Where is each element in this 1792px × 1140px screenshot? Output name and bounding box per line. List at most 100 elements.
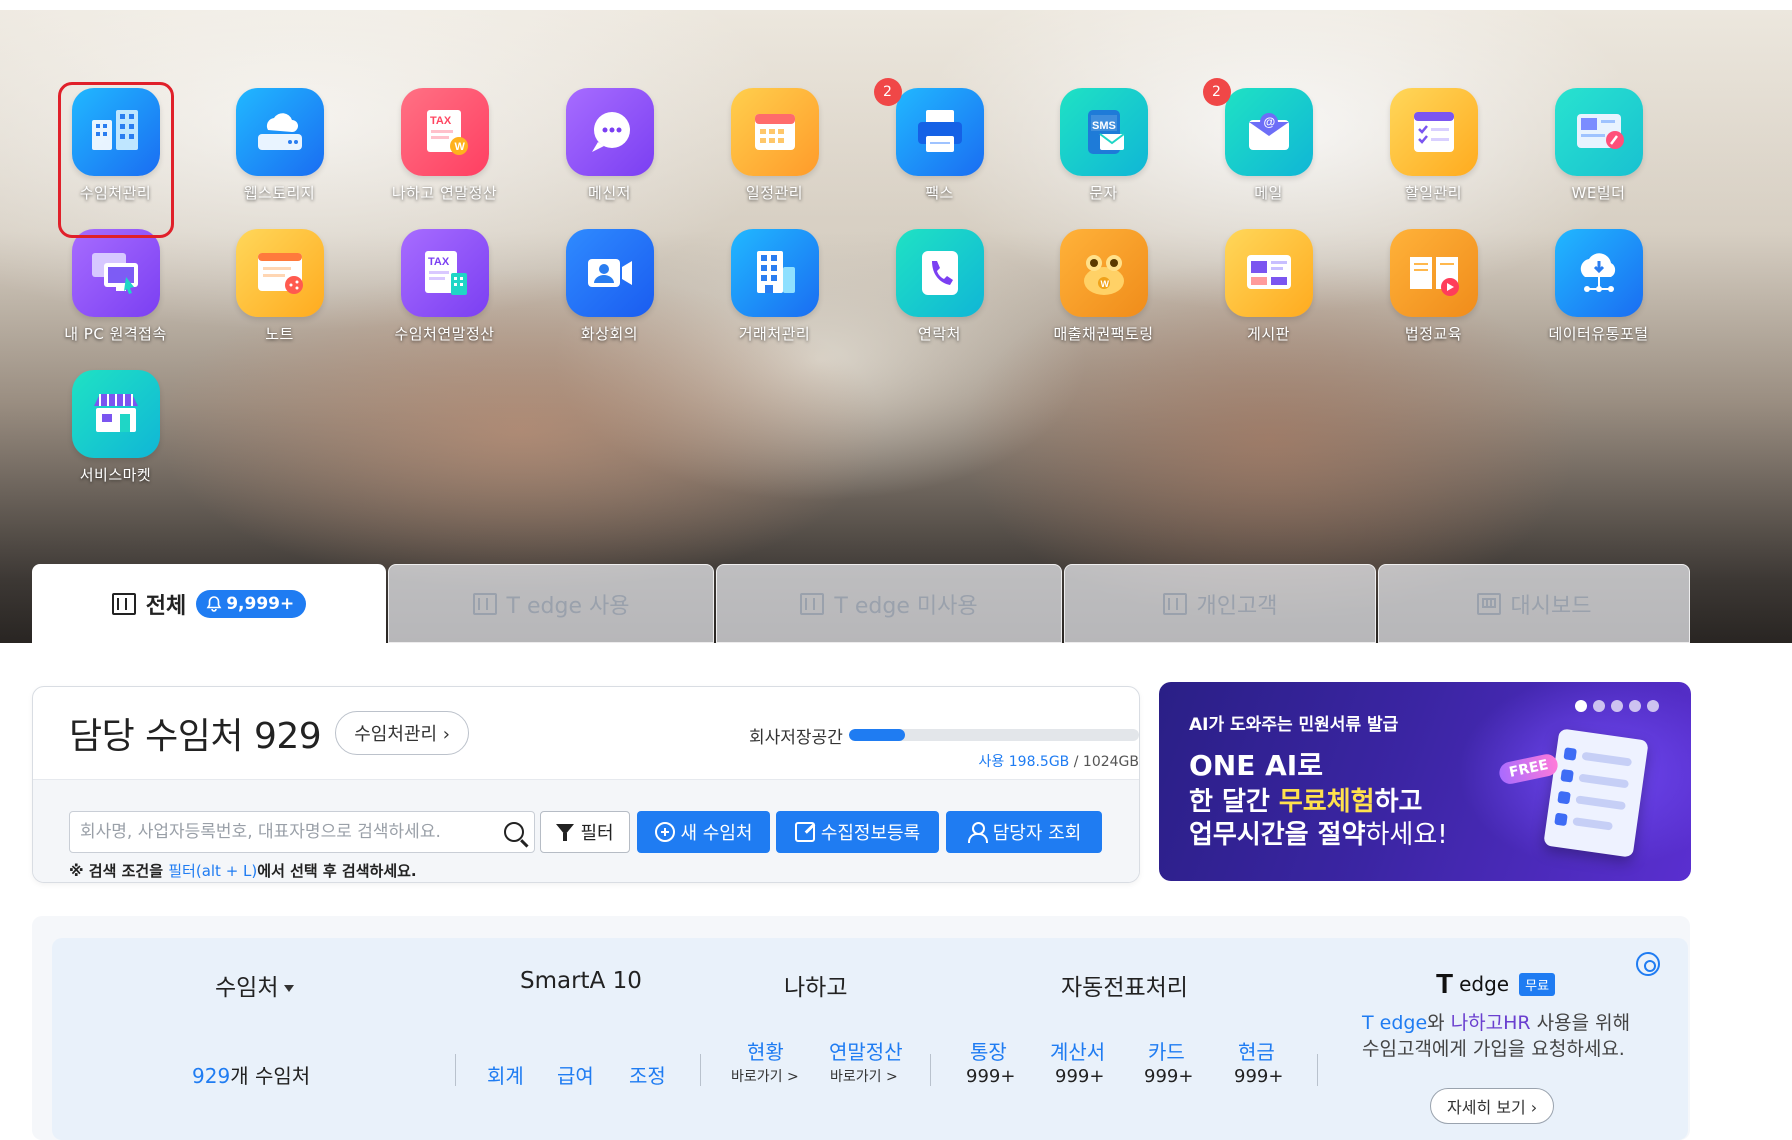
app-note[interactable]: 노트 — [197, 229, 362, 359]
dashboard-icon — [1476, 592, 1501, 615]
frog-icon: W — [1059, 229, 1148, 317]
app-service-market[interactable]: 서비스마켓 — [33, 370, 198, 500]
app-label: 게시판 — [1247, 325, 1290, 343]
app-remote-pc[interactable]: 내 PC 원격접속 — [33, 229, 198, 359]
svg-text:TAX: TAX — [428, 256, 450, 268]
app-partner-management[interactable]: 거래처관리 — [692, 229, 857, 359]
tab-tedge-using[interactable]: T edge 사용 — [388, 564, 714, 643]
app-client-year-end-tax[interactable]: TAX 수임처연말정산 — [362, 229, 527, 359]
sms-icon: SMS — [1059, 88, 1148, 176]
building-icon — [111, 592, 136, 615]
nahago-year-end-link[interactable]: 연말정산 — [829, 1036, 903, 1065]
tab-tedge-not-using[interactable]: T edge 미사용 — [716, 564, 1062, 643]
tab-label: T edge 사용 — [506, 593, 630, 619]
collect-info-button[interactable]: 수집정보등록 — [776, 811, 939, 853]
tedge-logo: T edge 무료 — [1436, 968, 1556, 1000]
free-badge: 무료 — [1519, 972, 1556, 996]
caret-down-icon — [284, 985, 295, 992]
tab-all[interactable]: 전체 9,999+ — [32, 564, 386, 643]
app-label: 연락처 — [918, 325, 961, 343]
search-input[interactable] — [80, 822, 498, 842]
svg-text:W: W — [1100, 279, 1109, 289]
app-fax[interactable]: 2 팩스 — [857, 78, 1022, 218]
app-todo[interactable]: 할일관리 — [1351, 88, 1516, 218]
app-nahago-year-end-tax[interactable]: TAX W 나하고 연말정산 — [362, 88, 527, 218]
smarta-adjustment-link[interactable]: 조정 — [629, 1060, 666, 1089]
tedge-description: T edge와 나하고HR 사용을 위해 수임고객에게 가입을 요청하세요. — [1362, 1012, 1631, 1060]
auto-invoice-link[interactable]: 계산서 — [1050, 1036, 1105, 1065]
carousel-dot[interactable] — [1647, 700, 1659, 712]
filter-icon — [556, 823, 575, 841]
tab-label: 대시보드 — [1510, 593, 1592, 619]
carousel-dot[interactable] — [1575, 700, 1587, 712]
storage-progress-bar — [849, 729, 1139, 741]
mail-icon: 2 @ — [1202, 78, 1313, 176]
filter-button[interactable]: 필터 — [540, 811, 630, 853]
app-label: 수임처연말정산 — [394, 325, 495, 343]
page-title: 담당 수임처 929 — [69, 716, 322, 757]
search-box — [69, 811, 535, 853]
fax-icon: 2 — [873, 78, 984, 176]
new-client-button[interactable]: 새 수임처 — [637, 811, 770, 853]
calendar-icon — [730, 88, 819, 176]
app-label: 나하고 연말정산 — [391, 184, 498, 202]
client-management-button[interactable]: 수임처관리 › — [335, 711, 469, 755]
app-messenger[interactable]: 메신저 — [527, 88, 692, 218]
app-mail[interactable]: 2 @ 메일 — [1186, 78, 1351, 218]
education-icon — [1389, 229, 1478, 317]
carousel-dot[interactable] — [1611, 700, 1623, 712]
carousel-dot[interactable] — [1593, 700, 1605, 712]
storage-label: 회사저장공간 — [749, 728, 843, 748]
app-contacts[interactable]: 연락처 — [857, 229, 1022, 359]
app-label: 거래처관리 — [738, 325, 811, 343]
app-we-builder[interactable]: WE빌더 — [1516, 88, 1681, 218]
storage-usage-text: 사용 198.5GB / 1024GB — [978, 754, 1139, 770]
tab-dashboard[interactable]: 대시보드 — [1378, 564, 1690, 643]
search-icon[interactable] — [504, 822, 524, 842]
banner-line-1: AI가 도와주는 민원서류 발급 — [1189, 715, 1399, 735]
app-video-conference[interactable]: 화상회의 — [527, 229, 692, 359]
banner-line-3: 한 달간 무료체험하고 — [1189, 787, 1423, 817]
building-icon — [472, 592, 497, 615]
partner-building-icon — [730, 229, 819, 317]
client-search-area: 필터 새 수임처 수집정보등록 담당자 조회 ※ 검색 조건을 필터(alt +… — [33, 779, 1139, 882]
smarta-header: SmartA 10 — [520, 968, 642, 994]
promo-banner[interactable]: AI가 도와주는 민원서류 발급 ONE AI로 한 달간 무료체험하고 업무시… — [1159, 682, 1691, 881]
app-legal-education[interactable]: 법정교육 — [1351, 229, 1516, 359]
edit-icon — [794, 822, 815, 842]
clients-header[interactable]: 수임처 — [215, 968, 295, 1002]
auto-cash-count: 999+ — [1234, 1066, 1284, 1087]
app-web-storage[interactable]: 웹스토리지 — [197, 88, 362, 218]
app-data-portal[interactable]: 데이터유통포털 — [1516, 229, 1681, 359]
tab-label: 개인고객 — [1196, 593, 1278, 619]
nahago-status-shortcut[interactable]: 바로가기 > — [731, 1066, 799, 1086]
auto-bank-link[interactable]: 통장 — [970, 1036, 1007, 1065]
app-schedule[interactable]: 일정관리 — [692, 88, 857, 218]
building-icon — [800, 592, 825, 615]
app-sms[interactable]: SMS 문자 — [1021, 88, 1186, 218]
free-badge: FREE — [1497, 752, 1561, 786]
auto-cash-link[interactable]: 현금 — [1238, 1036, 1275, 1065]
carousel-dot[interactable] — [1629, 700, 1641, 712]
gear-icon[interactable] — [1636, 952, 1660, 976]
smarta-accounting-link[interactable]: 회계 — [487, 1060, 524, 1089]
svg-text:W: W — [454, 141, 465, 153]
board-icon — [1224, 229, 1313, 317]
checklist-document-icon — [1543, 728, 1649, 858]
tax-building-icon: TAX — [400, 229, 489, 317]
app-receivables-factoring[interactable]: W 매출채권팩토링 — [1021, 229, 1186, 359]
tab-individual-customers[interactable]: 개인고객 — [1064, 564, 1376, 643]
store-icon — [71, 370, 160, 458]
data-portal-icon — [1554, 229, 1643, 317]
smarta-payroll-link[interactable]: 급여 — [557, 1060, 594, 1089]
remote-pc-icon — [71, 229, 160, 317]
clients-count[interactable]: 929개 수임처 — [192, 1060, 310, 1089]
manager-lookup-button[interactable]: 담당자 조회 — [946, 811, 1102, 853]
auto-card-link[interactable]: 카드 — [1148, 1036, 1185, 1065]
detail-button[interactable]: 자세히 보기 › — [1430, 1088, 1555, 1124]
app-label: 노트 — [265, 325, 294, 343]
nahago-year-end-shortcut[interactable]: 바로가기 > — [830, 1066, 898, 1086]
nahago-status-link[interactable]: 현황 — [747, 1036, 784, 1065]
app-bulletin-board[interactable]: 게시판 — [1186, 229, 1351, 359]
person-search-icon — [967, 822, 988, 843]
